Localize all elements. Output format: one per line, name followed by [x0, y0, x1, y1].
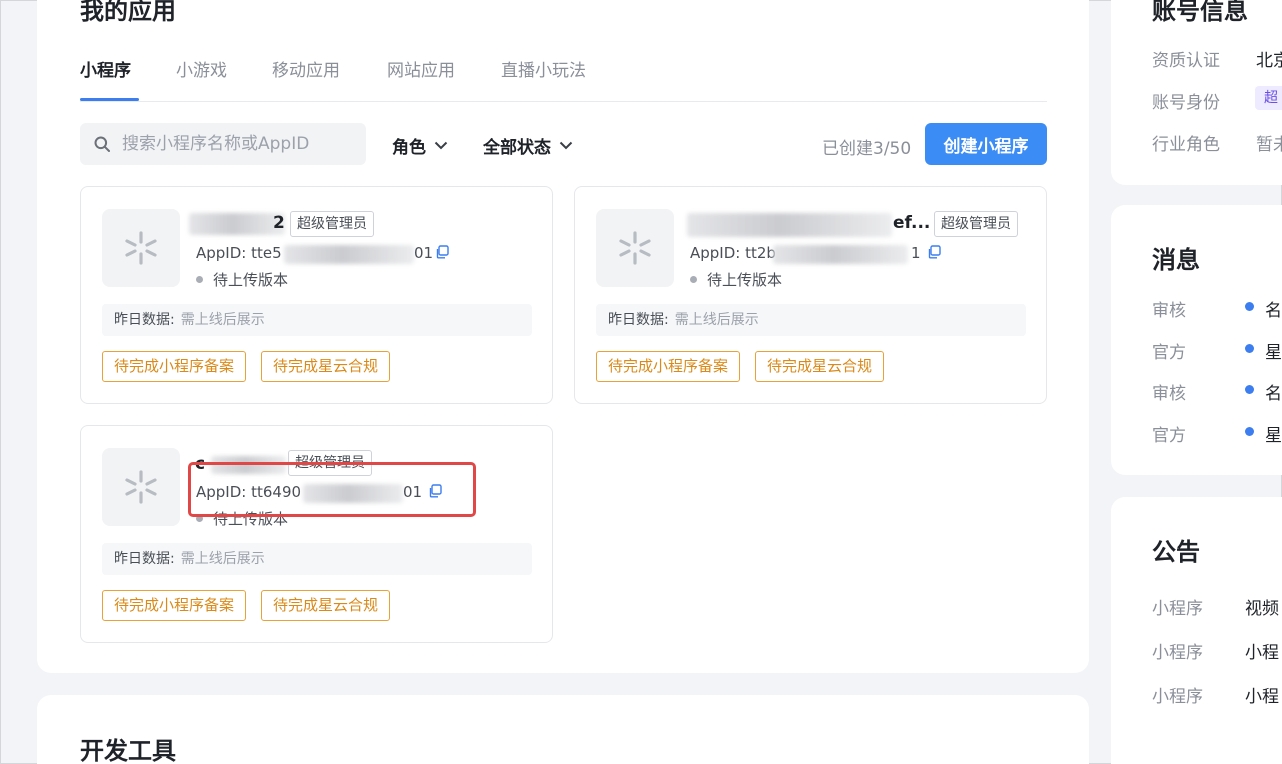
role-badge: 超级管理员	[290, 211, 374, 237]
account-row-value: 暂未	[1256, 135, 1282, 155]
app-name: ef...	[893, 213, 931, 233]
app-card[interactable]: 2 超级管理员 AppID: tte5 01 待上传版本 昨日数据: 需上线后展示…	[80, 186, 553, 404]
app-status: 待上传版本	[196, 269, 288, 290]
app-logo-icon	[102, 448, 180, 526]
account-row-label: 行业角色	[1152, 135, 1220, 155]
compliance-pending-tag[interactable]: 待完成星云合规	[755, 351, 885, 382]
message-title[interactable]: 名	[1265, 296, 1282, 321]
app-type-tabs: 小程序 小游戏 移动应用 网站应用 直播小玩法	[80, 53, 1047, 102]
app-logo-icon	[596, 209, 674, 287]
redacted-app-name	[189, 213, 285, 235]
notice-type: 小程序	[1152, 687, 1203, 707]
notice-type: 小程序	[1152, 643, 1203, 663]
tab-website-app[interactable]: 网站应用	[387, 56, 455, 81]
notice-title[interactable]: 小程	[1245, 638, 1279, 663]
yesterday-data: 昨日数据: 需上线后展示	[596, 304, 1026, 336]
message-type: 审核	[1152, 384, 1186, 404]
redacted-appid	[284, 245, 414, 264]
yesterday-label: 昨日数据:	[608, 312, 669, 328]
message-type: 官方	[1152, 426, 1186, 446]
unread-dot	[1245, 344, 1254, 353]
appid-suffix: 1	[911, 244, 921, 262]
created-count: 已创建3/50	[822, 139, 912, 159]
messages-title: 消息	[1152, 246, 1200, 274]
unread-dot	[1245, 427, 1254, 436]
appid-highlight-box	[188, 462, 476, 517]
status-filter[interactable]: 全部状态	[483, 133, 573, 158]
yesterday-label: 昨日数据:	[114, 312, 175, 328]
yesterday-data: 昨日数据: 需上线后展示	[102, 304, 532, 336]
filing-pending-tag[interactable]: 待完成小程序备案	[102, 590, 247, 621]
message-title[interactable]: 星	[1265, 421, 1282, 446]
app-logo-icon	[102, 209, 180, 287]
placeholder-app-icon	[619, 231, 651, 265]
yesterday-value: 需上线后展示	[180, 312, 265, 328]
unread-dot	[1245, 302, 1254, 311]
status-dot	[196, 276, 203, 283]
notice-type: 小程序	[1152, 599, 1203, 619]
status-text: 待上传版本	[707, 271, 783, 289]
tab-mobile-app[interactable]: 移动应用	[272, 56, 340, 81]
status-filter-label: 全部状态	[483, 138, 551, 158]
role-filter-label: 角色	[392, 138, 426, 158]
redacted-app-name	[687, 213, 892, 237]
dev-tools-title: 开发工具	[80, 737, 176, 764]
compliance-pending-tag[interactable]: 待完成星云合规	[261, 590, 391, 621]
chevron-down-icon	[559, 141, 573, 150]
tab-mini-program[interactable]: 小程序	[80, 56, 131, 81]
create-mini-program-button[interactable]: 创建小程序	[925, 123, 1047, 165]
app-status: 待上传版本	[690, 269, 782, 290]
filing-pending-tag[interactable]: 待完成小程序备案	[102, 351, 247, 382]
role-filter[interactable]: 角色	[392, 133, 448, 158]
search-input[interactable]	[122, 123, 358, 165]
app-name: 2	[273, 213, 285, 233]
app-card[interactable]: c 超级管理员 AppID: tt6490 01 待上传版本 昨日数据: 需上线后…	[80, 425, 553, 643]
status-text: 待上传版本	[213, 271, 289, 289]
chevron-down-icon	[434, 141, 448, 150]
account-row-label: 账号身份	[1152, 93, 1220, 113]
unread-dot	[1245, 385, 1254, 394]
search-box	[80, 123, 366, 165]
placeholder-app-icon	[125, 231, 157, 265]
search-icon	[94, 136, 110, 152]
app-card[interactable]: ef... 超级管理员 AppID: tt2b 1 待上传版本 昨日数据: 需上线…	[574, 186, 1047, 404]
active-tab-indicator	[80, 98, 139, 101]
account-role-chip: 超	[1255, 86, 1282, 110]
notices-title: 公告	[1152, 538, 1200, 566]
redacted-appid	[773, 245, 908, 264]
copy-icon[interactable]	[927, 245, 941, 259]
role-badge: 超级管理员	[934, 211, 1018, 237]
placeholder-app-icon	[125, 470, 157, 504]
status-dot	[690, 276, 697, 283]
message-type: 审核	[1152, 301, 1186, 321]
notice-title[interactable]: 小程	[1245, 682, 1279, 707]
yesterday-label: 昨日数据:	[114, 551, 175, 567]
yesterday-data: 昨日数据: 需上线后展示	[102, 543, 532, 575]
yesterday-value: 需上线后展示	[674, 312, 759, 328]
message-title[interactable]: 星	[1265, 338, 1282, 363]
account-row-value: 北京	[1256, 51, 1282, 71]
my-apps-title: 我的应用	[80, 0, 176, 25]
filing-pending-tag[interactable]: 待完成小程序备案	[596, 351, 741, 382]
tab-live-play[interactable]: 直播小玩法	[501, 56, 586, 81]
tab-mini-game[interactable]: 小游戏	[176, 56, 227, 81]
message-title[interactable]: 名	[1265, 379, 1282, 404]
yesterday-value: 需上线后展示	[180, 551, 265, 567]
message-type: 官方	[1152, 343, 1186, 363]
account-info-title: 账号信息	[1152, 0, 1248, 25]
account-row-label: 资质认证	[1152, 51, 1220, 71]
appid-suffix: 01	[414, 244, 434, 262]
compliance-pending-tag[interactable]: 待完成星云合规	[261, 351, 391, 382]
copy-icon[interactable]	[435, 245, 449, 259]
appid-text: AppID: tte5	[196, 244, 282, 262]
dev-tools-panel	[37, 695, 1089, 764]
notice-title[interactable]: 视频	[1245, 594, 1279, 619]
appid-text: AppID: tt2b	[690, 244, 776, 262]
